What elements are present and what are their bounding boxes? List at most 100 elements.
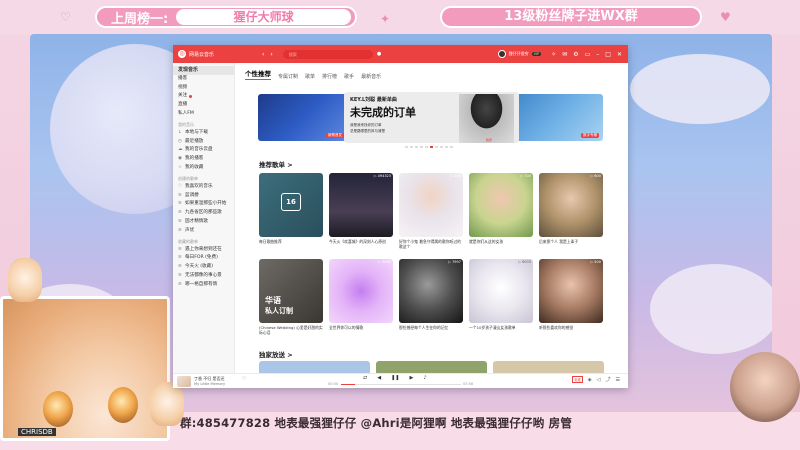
microphone-icon[interactable]: ● [377, 51, 381, 57]
playlist-cover: ▷ 6000 [469, 259, 533, 323]
volume-icon[interactable]: ◁ [597, 377, 601, 383]
banner-tag: 新歌首发 [326, 133, 344, 138]
sidebar-playlist[interactable]: ≡ 固才精情歌 [173, 218, 234, 227]
playlist-title[interactable]: 就是你们从这的女孩 [469, 239, 533, 249]
playlist-title[interactable]: 每日歌曲推荐 [259, 239, 323, 249]
sidebar-playlist[interactable]: ≡ 今天火 (收藏) [173, 263, 234, 272]
playlist-title[interactable]: 听那些喜欢你的感觉 [539, 325, 603, 335]
collected-playlists-heading: 收藏的歌单 [178, 238, 198, 244]
sidebar-item-follow[interactable]: 关注 [173, 92, 234, 101]
close-icon[interactable]: ✕ [617, 51, 622, 58]
previous-icon[interactable]: ◀ [377, 375, 381, 381]
playlist-card[interactable]: ▷ 700 就是你们从这的女孩 [469, 173, 533, 249]
like-heart-icon[interactable]: ♡ [242, 376, 246, 382]
mail-icon[interactable]: ✉ [562, 51, 567, 58]
playlist-card[interactable]: ▷ 7997 那些曾经每个人生在你的记忆 [399, 259, 463, 335]
playlist-card[interactable]: 华语 私人订制 (Chinese Wedding) 心里是好甜的实际心话 [259, 259, 323, 335]
list-icon: ≡ [178, 264, 182, 270]
sidebar-item-live[interactable]: 直播 [173, 101, 234, 110]
playlist-title[interactable]: 今天火《欢喜城》的深刻人心原创 [329, 239, 393, 249]
maximize-icon[interactable]: □ [605, 51, 611, 58]
sidebar-playlist[interactable]: ≡ 如果重温那些小开始 [173, 200, 234, 209]
playlist-card[interactable]: ▷ 6000 一个10岁孩子漫山女孩歌单 [469, 259, 533, 335]
back-arrow-icon[interactable]: ‹ [262, 51, 264, 58]
tab-artists[interactable]: 歌手 [344, 73, 354, 80]
shirt-icon[interactable]: ✧ [551, 51, 556, 58]
pause-icon[interactable]: ❚❚ [391, 375, 399, 381]
exclusive-card[interactable] [259, 361, 370, 373]
now-playing-artist[interactable]: My Little Memory [194, 382, 225, 386]
playlist-card[interactable]: ▷ 3000 全世界你可以的情歌 [329, 259, 393, 335]
playlist-title[interactable]: 好你个小鬼 着急守得属的歌你听过的歌这个 [399, 239, 463, 249]
tab-playlists[interactable]: 歌单 [305, 73, 315, 80]
exclusive-card[interactable] [376, 361, 487, 373]
sidebar-playlist[interactable]: ≡ 无法都像的事心景 [173, 272, 234, 281]
playlist-card[interactable]: ▷ 500 听那些喜欢你的感觉 [539, 259, 603, 335]
list-icon: ≡ [178, 246, 182, 252]
vip-badge[interactable]: VIP [531, 52, 542, 56]
sidebar-playlist[interactable]: ≡ 遇上你来想到还在 [173, 246, 234, 255]
sidebar-item-favorites[interactable]: ☆ 我的收藏 [173, 164, 234, 173]
list-icon: ≡ [178, 218, 182, 224]
now-playing-cover[interactable] [177, 376, 191, 387]
tab-new-music[interactable]: 最新音乐 [361, 73, 381, 80]
cover-line: 华语 [265, 296, 281, 305]
playlist-title[interactable]: 那些曾经每个人生在你的记忆 [399, 325, 463, 335]
tab-charts[interactable]: 排行榜 [322, 73, 337, 80]
playlist-title[interactable]: (Chinese Wedding) 心里是好甜的实际心话 [259, 325, 323, 335]
banner-slide-active[interactable]: KEY.L刘聪 最新单曲 未完成的订单 我是我来找你的订单 总是路哪里的风与清楚… [344, 92, 519, 143]
sidebar-item-discover[interactable]: 发现音乐 [173, 66, 234, 75]
quality-badge[interactable]: 标准 [572, 376, 583, 383]
banner-carousel[interactable]: 新歌首发 数字专辑 KEY.L刘聪 最新单曲 未完成的订单 我是我来找你的订单 … [258, 92, 603, 143]
playlist-icon[interactable]: ☰ [616, 377, 620, 383]
playlist-title[interactable]: 全世界你可以的情歌 [329, 325, 393, 335]
share-icon[interactable]: ⤴ [606, 376, 611, 383]
sidebar-playlist[interactable]: ♡ 我喜欢的音乐 [173, 183, 234, 192]
mini-mode-icon[interactable]: ▭ [585, 51, 591, 58]
sidebar-item-my-podcast[interactable]: ◉ 我的播客 [173, 155, 234, 164]
lyrics-icon[interactable]: ♪ [423, 375, 426, 381]
exclusive-card[interactable] [493, 361, 604, 373]
sidebar-playlist[interactable]: ≡ 每日FOR (免费) [173, 254, 234, 263]
playlist-card[interactable]: ▷ 494323 今天火《欢喜城》的深刻人心原创 [329, 173, 393, 249]
radio-icon: ◉ [178, 156, 182, 162]
sidebar-playlist[interactable]: ≡ 九各省区的那些歌 [173, 209, 234, 218]
playlist-title[interactable]: 后来那个人 我是上辈子 [539, 239, 603, 249]
sidebar-item-video[interactable]: 视频 [173, 84, 234, 93]
exclusive-broadcast-heading[interactable]: 独家放送 > [259, 349, 293, 359]
uid-tag: CHRISDB [18, 428, 56, 436]
app-logo[interactable]: ◎ 网易云音乐 [178, 50, 214, 58]
forward-arrow-icon[interactable]: › [270, 51, 272, 58]
gear-icon[interactable]: ⚙ [573, 51, 578, 58]
sidebar-playlist[interactable]: ≡ 蓝调爵 [173, 192, 234, 201]
tab-custom[interactable]: 专属订制 [278, 73, 298, 80]
user-name[interactable]: 狸仔仔很穷 [509, 51, 529, 57]
banner-slide[interactable]: 数字专辑 [513, 94, 603, 141]
playlist-card[interactable]: 16 每日歌曲推荐 [259, 173, 323, 249]
next-icon[interactable]: ▶ [409, 375, 413, 381]
banner-slide[interactable]: 新歌首发 [258, 94, 348, 141]
sidebar-item-download[interactable]: ↓ 本地与下载 [173, 129, 234, 138]
sidebar-item-fm[interactable]: 私人FM [173, 110, 234, 119]
recommended-playlists-heading[interactable]: 推荐歌单 > [259, 159, 293, 169]
sidebar-item-cloud[interactable]: ☁ 我的音乐云盘 [173, 146, 234, 155]
playlist-cover: ▷ 7997 [399, 259, 463, 323]
sidebar-playlist[interactable]: ≡ 声优 [173, 227, 234, 236]
shuffle-icon[interactable]: ⇄ [363, 375, 367, 381]
minimize-icon[interactable]: – [596, 51, 599, 58]
tab-recommend[interactable]: 个性推荐 [245, 68, 271, 80]
progress-bar[interactable] [341, 384, 461, 385]
playlist-cover: ▷ 494323 [329, 173, 393, 237]
sidebar-item-recent[interactable]: ◷ 最近播放 [173, 138, 234, 147]
sound-effect-icon[interactable]: ◈ [588, 377, 592, 383]
playlist-title[interactable]: 一个10岁孩子漫山女孩歌单 [469, 325, 533, 335]
sidebar-playlist[interactable]: ≡ 哪一格自那有情 [173, 281, 234, 290]
notification-dot [189, 95, 193, 99]
sidebar-item-podcast[interactable]: 播客 [173, 75, 234, 84]
playlist-card[interactable]: ▷ 600 后来那个人 我是上辈子 [539, 173, 603, 249]
user-avatar[interactable] [497, 50, 506, 58]
playlist-card[interactable]: ▷ 200 好你个小鬼 着急守得属的歌你听过的歌这个 [399, 173, 463, 249]
search-input[interactable]: 搜索 [282, 49, 373, 59]
streamer-webcam [730, 352, 800, 422]
carousel-dots[interactable] [405, 146, 453, 148]
